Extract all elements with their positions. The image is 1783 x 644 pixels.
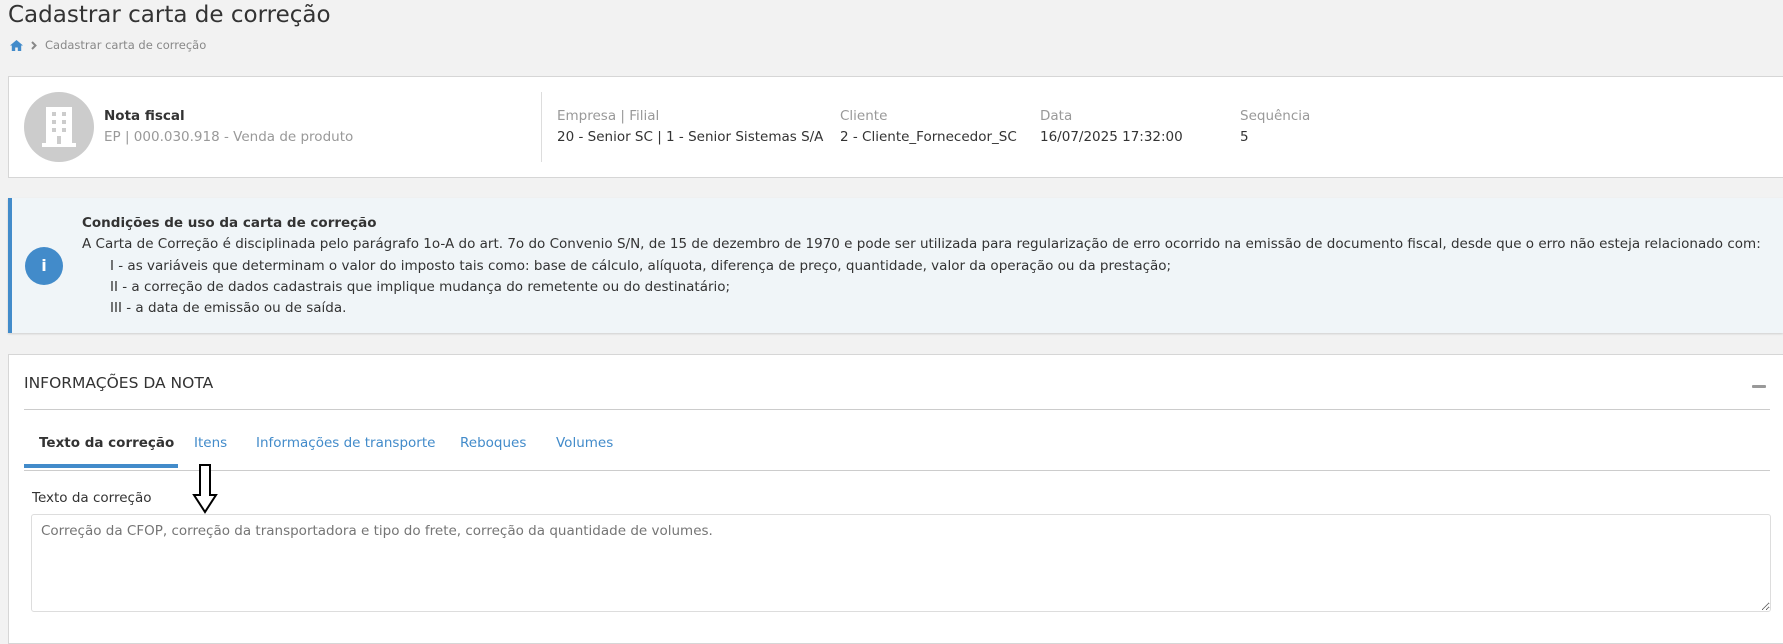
invoice-header-card: Nota fiscal EP | 000.030.918 - Venda de … xyxy=(8,76,1783,178)
correction-text-input[interactable] xyxy=(31,514,1771,612)
notice-item: III - a data de emissão ou de saída. xyxy=(110,300,347,316)
notice-title: Condições de uso da carta de correção xyxy=(82,215,377,231)
tab-volumes[interactable]: Volumes xyxy=(556,435,613,451)
client-value: 2 - Cliente_Fornecedor_SC xyxy=(840,129,1017,145)
usage-conditions-notice: i Condições de uso da carta de correção … xyxy=(8,198,1783,333)
sequence-label: Sequência xyxy=(1240,108,1311,124)
down-arrow-icon xyxy=(192,464,218,514)
building-icon xyxy=(42,107,76,147)
correction-text-label: Texto da correção xyxy=(32,490,152,506)
client-label: Cliente xyxy=(840,108,888,124)
panel-title: INFORMAÇÕES DA NOTA xyxy=(24,374,214,392)
active-tab-indicator xyxy=(24,464,178,468)
divider xyxy=(541,92,542,162)
invoice-info-panel: INFORMAÇÕES DA NOTA Texto da correção It… xyxy=(8,354,1783,644)
invoice-subtitle: EP | 000.030.918 - Venda de produto xyxy=(104,129,354,145)
avatar xyxy=(24,92,94,162)
chevron-right-icon xyxy=(31,40,37,50)
divider xyxy=(24,409,1770,410)
breadcrumb: Cadastrar carta de correção xyxy=(10,38,206,52)
tab-correction-text[interactable]: Texto da correção xyxy=(39,435,174,451)
notice-item: I - as variáveis que determinam o valor … xyxy=(110,258,1172,274)
date-label: Data xyxy=(1040,108,1073,124)
breadcrumb-current: Cadastrar carta de correção xyxy=(45,38,207,52)
company-value: 20 - Senior SC | 1 - Senior Sistemas S/A xyxy=(557,129,824,145)
notice-item: II - a correção de dados cadastrais que … xyxy=(110,279,731,295)
notice-intro: A Carta de Correção é disciplinada pelo … xyxy=(82,236,1761,252)
tabs-divider xyxy=(24,470,1770,471)
tab-transport-info[interactable]: Informações de transporte xyxy=(256,435,435,451)
info-icon: i xyxy=(25,247,63,285)
invoice-title: Nota fiscal xyxy=(104,108,185,124)
tab-trailers[interactable]: Reboques xyxy=(460,435,526,451)
date-value: 16/07/2025 17:32:00 xyxy=(1040,129,1183,145)
home-icon[interactable] xyxy=(10,39,23,51)
page-title: Cadastrar carta de correção xyxy=(8,2,331,28)
tab-items[interactable]: Itens xyxy=(194,435,227,451)
company-label: Empresa | Filial xyxy=(557,108,660,124)
collapse-icon[interactable] xyxy=(1752,385,1766,388)
sequence-value: 5 xyxy=(1240,129,1249,145)
